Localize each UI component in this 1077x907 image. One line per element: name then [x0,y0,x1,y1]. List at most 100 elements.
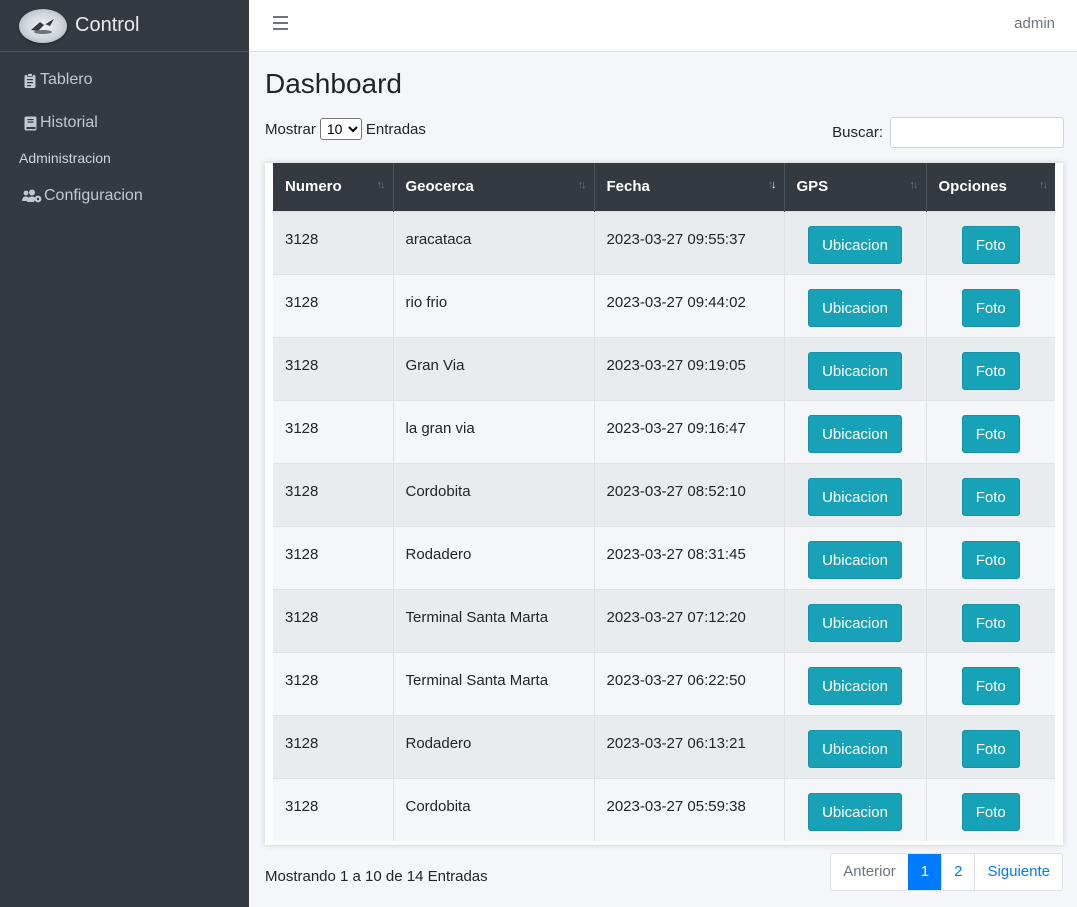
cell-numero: 3128 [273,651,394,715]
table-row: 3128 aracataca 2023-03-27 09:55:37 Ubicacio… [273,210,1055,274]
cell-gps: Ubicacion [784,462,927,526]
cell-fecha: 2023-03-27 09:44:02 [594,273,785,337]
cell-numero: 3128 [273,777,394,841]
cell-numero: 3128 [273,399,394,463]
table-row: 3128 rio frio 2023-03-27 09:44:02 Ubicacion… [273,273,1055,337]
sort-icon: ↑↓ [577,179,587,191]
book-icon [22,116,38,131]
search-input[interactable] [890,117,1064,148]
cell-gps: Ubicacion [784,273,927,337]
search-control: Buscar: [832,117,1064,148]
cell-geocerca: Cordobita [393,462,595,526]
pagination: Anterior 1 2 Siguiente [830,853,1063,891]
sort-desc-icon: ↑↓ [767,179,777,191]
ubicacion-button[interactable]: Ubicacion [808,603,902,642]
cell-numero: 3128 [273,210,394,274]
column-header-opciones[interactable]: Opciones ↑↓ [926,163,1055,211]
cell-opciones: Foto [926,651,1055,715]
foto-button[interactable]: Foto [961,792,1020,831]
table-row: 3128 Rodadero 2023-03-27 06:13:21 Ubicacion… [273,714,1055,778]
ubicacion-button[interactable]: Ubicacion [808,351,902,390]
foto-button[interactable]: Foto [961,351,1020,390]
foto-button[interactable]: Foto [961,666,1020,705]
cell-gps: Ubicacion [784,399,927,463]
cell-geocerca: aracataca [393,210,595,274]
foto-button[interactable]: Foto [961,540,1020,579]
ubicacion-button[interactable]: Ubicacion [808,729,902,768]
foto-button[interactable]: Foto [961,729,1020,768]
page-title: Dashboard [265,68,402,99]
column-header-numero[interactable]: Numero ↑↓ [273,163,394,211]
sort-icon: ↑↓ [376,179,386,191]
cell-geocerca: Terminal Santa Marta [393,651,595,715]
cell-fecha: 2023-03-27 06:22:50 [594,651,785,715]
cell-fecha: 2023-03-27 08:31:45 [594,525,785,589]
ubicacion-button[interactable]: Ubicacion [808,414,902,453]
ubicacion-button[interactable]: Ubicacion [808,288,902,327]
top-navbar: admin [249,0,1077,52]
cell-numero: 3128 [273,714,394,778]
cell-geocerca: Gran Via [393,336,595,400]
table-row: 3128 Cordobita 2023-03-27 05:59:38 Ubicacio… [273,777,1055,841]
pagination-next[interactable]: Siguiente [974,854,1062,890]
cell-numero: 3128 [273,588,394,652]
cell-opciones: Foto [926,273,1055,337]
cell-fecha: 2023-03-27 09:55:37 [594,210,785,274]
sidebar-item-historial[interactable]: Historial [0,108,249,138]
cell-gps: Ubicacion [784,525,927,589]
table-row: 3128 Terminal Santa Marta 2023-03-27 06:22… [273,651,1055,715]
cell-opciones: Foto [926,336,1055,400]
foto-button[interactable]: Foto [961,477,1020,516]
cell-fecha: 2023-03-27 06:13:21 [594,714,785,778]
ubicacion-button[interactable]: Ubicacion [808,666,902,705]
brand-link[interactable]: Control [0,0,249,52]
table-row: 3128 Gran Via 2023-03-27 09:19:05 Ubicacion… [273,336,1055,400]
cell-opciones: Foto [926,525,1055,589]
show-label: Mostrar [265,120,316,138]
search-label: Buscar: [832,124,883,141]
ubicacion-button[interactable]: Ubicacion [808,477,902,516]
brand-name: Control [75,14,140,36]
cell-geocerca: Terminal Santa Marta [393,588,595,652]
sidebar-item-configuracion[interactable]: Configuracion [0,181,249,211]
ubicacion-button[interactable]: Ubicacion [808,792,902,831]
cell-fecha: 2023-03-27 09:19:05 [594,336,785,400]
content-wrapper: Dashboard Mostrar 10 Entradas Buscar: Nu… [249,52,1077,907]
cell-gps: Ubicacion [784,651,927,715]
pagination-previous[interactable]: Anterior [831,854,908,890]
clipboard-icon [22,72,38,88]
cell-geocerca: Rodadero [393,525,595,589]
cell-gps: Ubicacion [784,777,927,841]
pagination-page-1[interactable]: 1 [907,854,942,890]
sidebar-item-tablero[interactable]: Tablero [0,65,249,95]
foto-button[interactable]: Foto [961,414,1020,453]
cell-opciones: Foto [926,399,1055,463]
users-cog-icon [22,189,42,203]
cell-geocerca: la gran via [393,399,595,463]
menu-toggle-icon[interactable] [273,16,288,30]
user-menu[interactable]: admin [1014,15,1055,32]
cell-gps: Ubicacion [784,210,927,274]
cell-fecha: 2023-03-27 07:12:20 [594,588,785,652]
foto-button[interactable]: Foto [961,603,1020,642]
foto-button[interactable]: Foto [961,225,1020,264]
cell-numero: 3128 [273,462,394,526]
foto-button[interactable]: Foto [961,288,1020,327]
cell-geocerca: rio frio [393,273,595,337]
page-length-control: Mostrar 10 Entradas [265,118,426,140]
brand-logo [19,8,67,43]
column-header-gps[interactable]: GPS ↑↓ [784,163,927,211]
ubicacion-button[interactable]: Ubicacion [808,540,902,579]
page-length-select[interactable]: 10 [319,118,362,140]
ubicacion-button[interactable]: Ubicacion [808,225,902,264]
column-header-geocerca[interactable]: Geocerca ↑↓ [393,163,595,211]
pagination-page-2[interactable]: 2 [941,854,974,890]
sort-icon: ↑↓ [909,179,919,191]
cell-opciones: Foto [926,210,1055,274]
sidebar-item-label: Historial [40,114,98,131]
column-header-fecha[interactable]: Fecha ↑↓ [594,163,785,211]
cell-opciones: Foto [926,588,1055,652]
sidebar-item-label: Configuracion [44,187,143,204]
cell-fecha: 2023-03-27 08:52:10 [594,462,785,526]
cell-geocerca: Rodadero [393,714,595,778]
